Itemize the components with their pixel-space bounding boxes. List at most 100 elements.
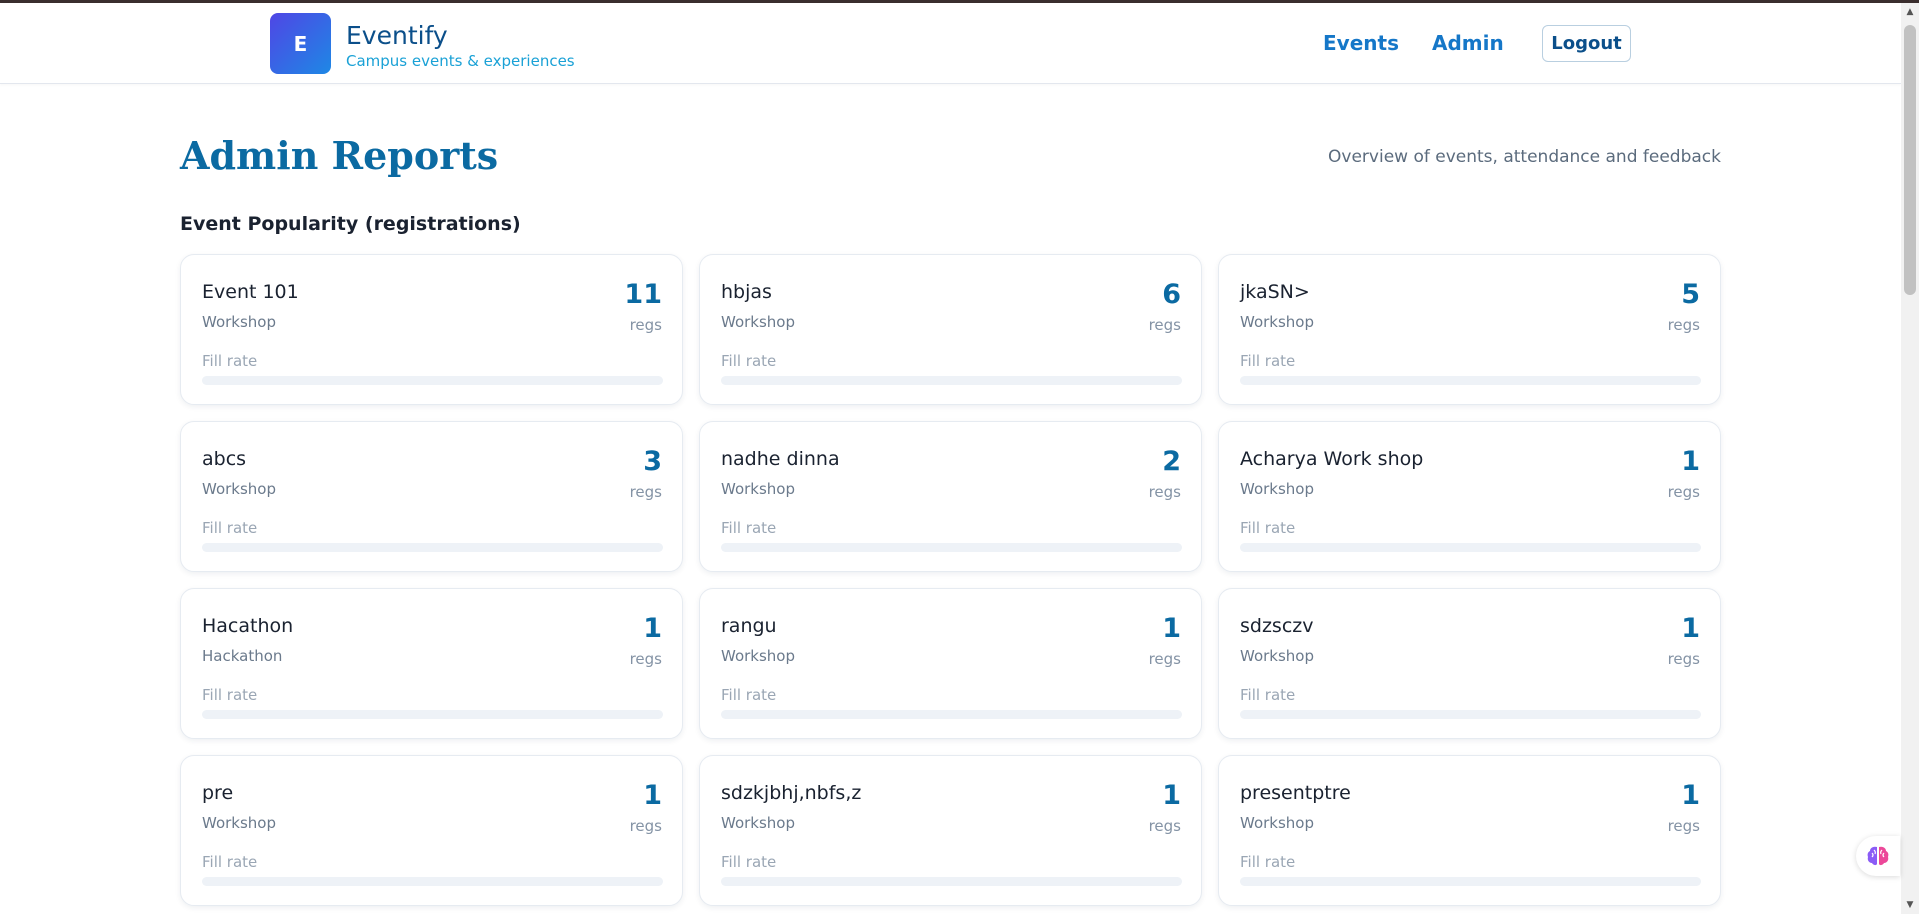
event-name: pre xyxy=(202,782,234,804)
event-type: Workshop xyxy=(721,814,796,832)
logout-button[interactable]: Logout xyxy=(1542,25,1631,62)
event-type: Workshop xyxy=(1240,814,1315,832)
registration-unit: regs xyxy=(629,650,662,668)
event-name: Acharya Work shop xyxy=(1240,448,1424,470)
event-card[interactable]: Acharya Work shop Workshop 1 regs Fill rate xyxy=(1218,421,1721,572)
event-name: sdzkjbhj,nbfs,z xyxy=(721,782,862,804)
fill-rate-track xyxy=(202,710,663,719)
assistant-button[interactable] xyxy=(1856,836,1900,876)
registration-count: 1 xyxy=(643,780,662,811)
fill-rate-track xyxy=(721,877,1182,886)
event-card[interactable]: sdzkjbhj,nbfs,z Workshop 1 regs Fill rate xyxy=(699,755,1202,906)
fill-rate-track xyxy=(202,543,663,552)
event-card[interactable]: abcs Workshop 3 regs Fill rate xyxy=(180,421,683,572)
registration-count: 1 xyxy=(1681,446,1700,477)
fill-rate-label: Fill rate xyxy=(1240,519,1296,537)
registration-count: 3 xyxy=(643,446,662,477)
registration-count: 11 xyxy=(624,279,662,310)
fill-rate-track xyxy=(1240,543,1701,552)
event-name: presentptre xyxy=(1240,782,1351,804)
fill-rate-label: Fill rate xyxy=(721,352,777,370)
fill-rate-track xyxy=(721,710,1182,719)
fill-rate-label: Fill rate xyxy=(202,352,258,370)
event-name: abcs xyxy=(202,448,247,470)
app-tagline: Campus events & experiences xyxy=(346,52,575,70)
event-name: sdzsczv xyxy=(1240,615,1314,637)
fill-rate-label: Fill rate xyxy=(721,519,777,537)
registration-count: 6 xyxy=(1162,279,1181,310)
event-card[interactable]: pre Workshop 1 regs Fill rate xyxy=(180,755,683,906)
registration-count: 5 xyxy=(1681,279,1700,310)
fill-rate-track xyxy=(721,543,1182,552)
registration-count: 1 xyxy=(1162,780,1181,811)
fill-rate-label: Fill rate xyxy=(721,686,777,704)
registration-unit: regs xyxy=(629,316,662,334)
event-card[interactable]: nadhe dinna Workshop 2 regs Fill rate xyxy=(699,421,1202,572)
event-type: Workshop xyxy=(1240,313,1315,331)
event-card[interactable]: sdzsczv Workshop 1 regs Fill rate xyxy=(1218,588,1721,739)
fill-rate-track xyxy=(202,877,663,886)
fill-rate-label: Fill rate xyxy=(1240,686,1296,704)
event-card[interactable]: rangu Workshop 1 regs Fill rate xyxy=(699,588,1202,739)
registration-count: 1 xyxy=(1681,780,1700,811)
registration-count: 2 xyxy=(1162,446,1181,477)
registration-unit: regs xyxy=(629,483,662,501)
event-name: Hacathon xyxy=(202,615,294,637)
fill-rate-track xyxy=(1240,376,1701,385)
event-name: Event 101 xyxy=(202,281,299,303)
registration-unit: regs xyxy=(629,817,662,835)
registration-unit: regs xyxy=(1667,316,1700,334)
registration-count: 1 xyxy=(643,613,662,644)
event-type: Workshop xyxy=(1240,480,1315,498)
fill-rate-track xyxy=(721,376,1182,385)
page-title: Admin Reports xyxy=(180,133,499,178)
page-scrollbar[interactable]: ▲ ▼ xyxy=(1901,3,1919,914)
nav-events-link[interactable]: Events xyxy=(1323,31,1399,55)
event-name: rangu xyxy=(721,615,777,637)
event-card[interactable]: jkaSN> Workshop 5 regs Fill rate xyxy=(1218,254,1721,405)
app-name[interactable]: Eventify xyxy=(346,21,448,50)
event-name: hbjas xyxy=(721,281,772,303)
fill-rate-track xyxy=(1240,710,1701,719)
top-navbar: E Eventify Campus events & experiences E… xyxy=(0,3,1901,84)
event-name: jkaSN> xyxy=(1240,281,1310,303)
fill-rate-label: Fill rate xyxy=(202,853,258,871)
registration-unit: regs xyxy=(1667,650,1700,668)
fill-rate-track xyxy=(202,376,663,385)
event-type: Workshop xyxy=(202,313,277,331)
fill-rate-label: Fill rate xyxy=(1240,352,1296,370)
brain-icon xyxy=(1867,846,1889,866)
event-type: Workshop xyxy=(202,814,277,832)
event-type: Workshop xyxy=(721,647,796,665)
event-popularity-grid: Event 101 Workshop 11 regs Fill rate hbjas Wor… xyxy=(180,254,1722,906)
registration-unit: regs xyxy=(1148,817,1181,835)
fill-rate-label: Fill rate xyxy=(202,686,258,704)
app-logo[interactable]: E xyxy=(270,13,331,74)
event-type: Hackathon xyxy=(202,647,283,665)
registration-count: 1 xyxy=(1681,613,1700,644)
event-type: Workshop xyxy=(202,480,277,498)
registration-unit: regs xyxy=(1148,650,1181,668)
section-title: Event Popularity (registrations) xyxy=(180,213,521,235)
registration-unit: regs xyxy=(1148,483,1181,501)
fill-rate-track xyxy=(1240,877,1701,886)
registration-unit: regs xyxy=(1667,483,1700,501)
scrollbar-thumb[interactable] xyxy=(1904,25,1916,295)
event-card[interactable]: Event 101 Workshop 11 regs Fill rate xyxy=(180,254,683,405)
page-subtitle: Overview of events, attendance and feedb… xyxy=(1328,147,1721,167)
event-name: nadhe dinna xyxy=(721,448,840,470)
triangle-up-icon[interactable]: ▲ xyxy=(1901,3,1919,21)
registration-unit: regs xyxy=(1148,316,1181,334)
triangle-down-icon[interactable]: ▼ xyxy=(1901,896,1919,914)
event-type: Workshop xyxy=(721,313,796,331)
registration-count: 1 xyxy=(1162,613,1181,644)
event-card[interactable]: hbjas Workshop 6 regs Fill rate xyxy=(699,254,1202,405)
event-card[interactable]: Hacathon Hackathon 1 regs Fill rate xyxy=(180,588,683,739)
registration-unit: regs xyxy=(1667,817,1700,835)
fill-rate-label: Fill rate xyxy=(721,853,777,871)
fill-rate-label: Fill rate xyxy=(1240,853,1296,871)
event-type: Workshop xyxy=(721,480,796,498)
event-card[interactable]: presentptre Workshop 1 regs Fill rate xyxy=(1218,755,1721,906)
nav-admin-link[interactable]: Admin xyxy=(1432,31,1504,55)
event-type: Workshop xyxy=(1240,647,1315,665)
